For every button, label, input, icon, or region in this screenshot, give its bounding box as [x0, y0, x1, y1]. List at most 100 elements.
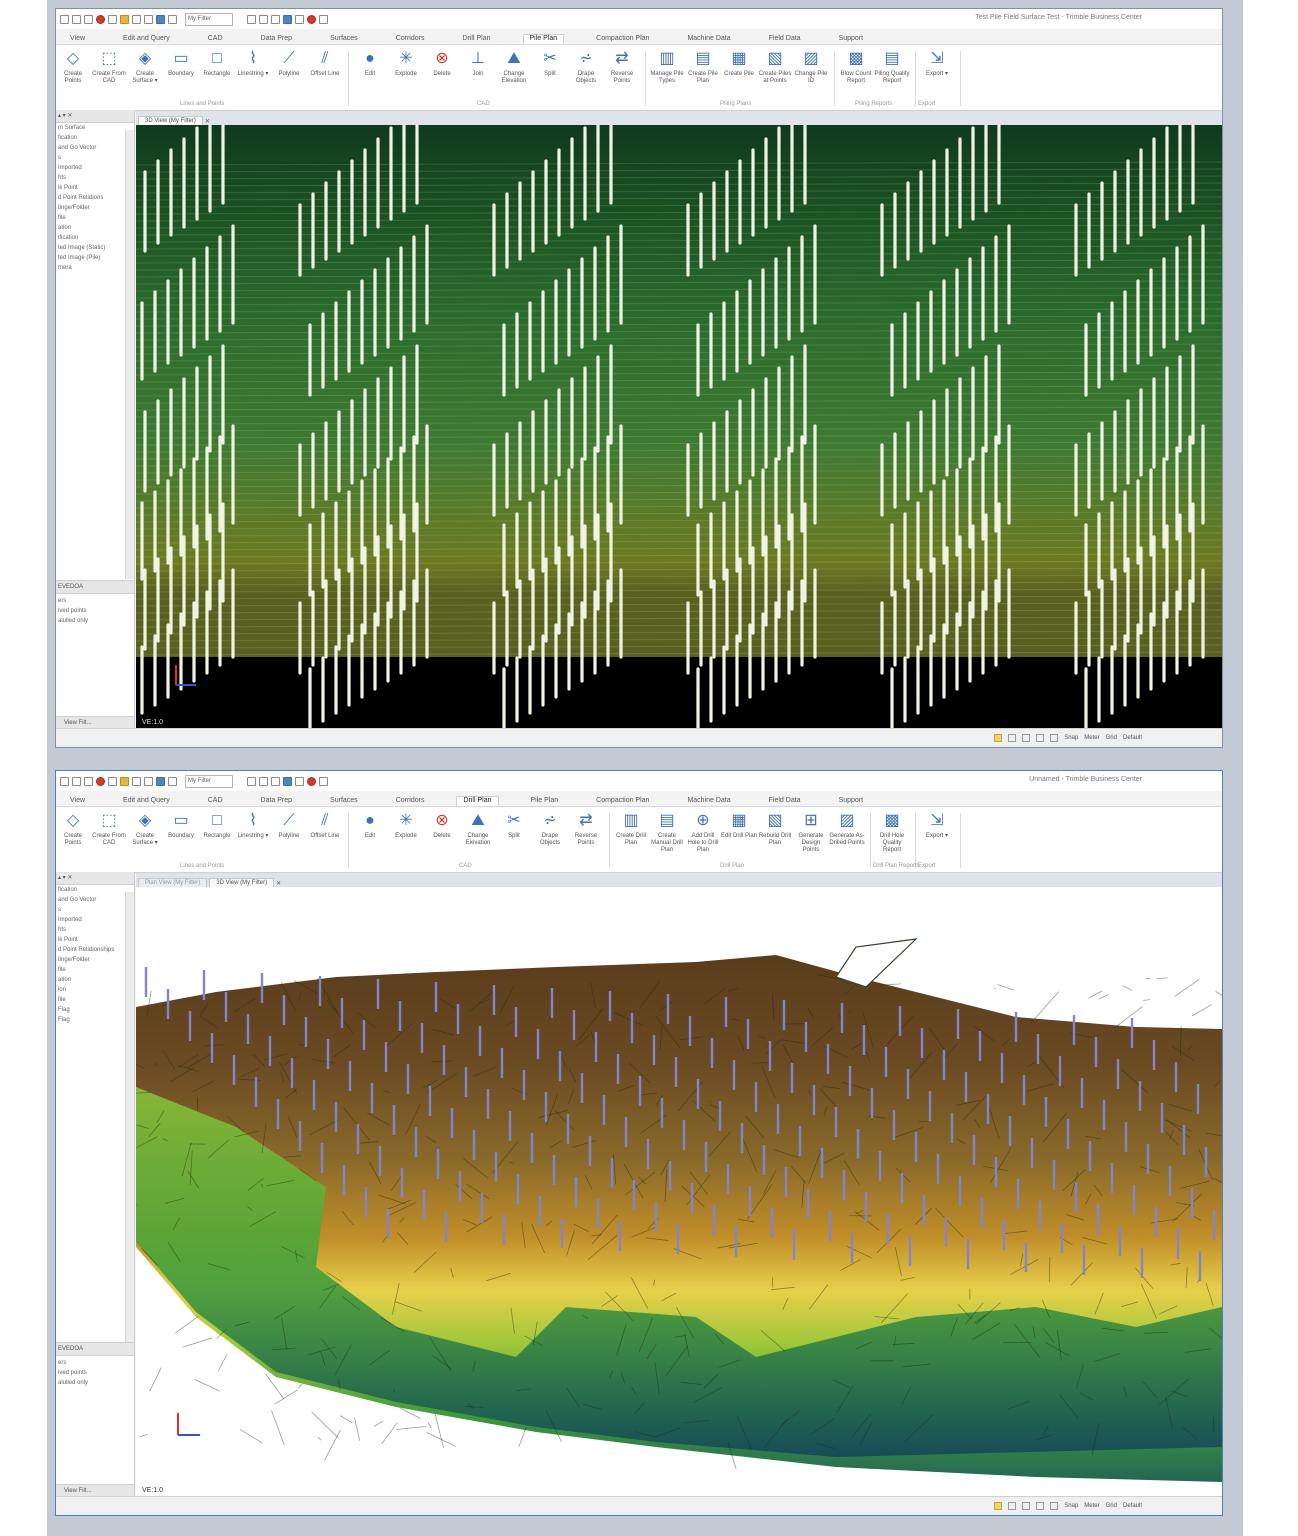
stop-icon[interactable] [96, 14, 105, 24]
zoom-extents-icon[interactable] [1008, 1502, 1017, 1510]
tree-item[interactable]: and Go Vector [56, 143, 134, 153]
settings-icon[interactable] [319, 776, 328, 786]
tab-support[interactable]: Support [833, 35, 870, 44]
status-item[interactable]: Grid [1106, 1503, 1117, 1509]
tab-field-data[interactable]: Field Data [763, 35, 807, 44]
tree-item[interactable]: file [56, 965, 134, 975]
tree-item[interactable]: ation [56, 975, 134, 985]
snap-toggle-icon[interactable] [994, 1502, 1003, 1510]
tab-view[interactable]: View [64, 797, 91, 806]
panel-tab[interactable]: View Filt... [64, 720, 92, 726]
document-tab[interactable]: 3D View (My Filter) [209, 878, 275, 887]
tree-item[interactable]: d Point Relations [56, 193, 134, 203]
secondary-tree-item[interactable]: ived points [56, 1368, 134, 1378]
redo-icon[interactable] [132, 14, 141, 24]
tab-pile-plan[interactable]: Pile Plan [525, 797, 565, 806]
select-icon[interactable] [156, 14, 165, 24]
tab-compaction-plan[interactable]: Compaction Plan [590, 35, 655, 44]
grid-icon[interactable] [295, 14, 304, 24]
tab-support[interactable]: Support [833, 797, 870, 806]
tree-item[interactable]: Imported [56, 163, 134, 173]
tab-edit-and-query[interactable]: Edit and Query [117, 35, 176, 44]
panel-tab[interactable]: View Filt... [64, 1488, 92, 1494]
grid-icon[interactable] [295, 776, 304, 786]
select-icon[interactable] [156, 776, 165, 786]
tree-item[interactable]: tinge/Folder [56, 203, 134, 213]
secondary-tree-item[interactable]: alulled only [56, 1378, 134, 1388]
secondary-tree-item[interactable]: ived points [56, 606, 134, 616]
stop-icon[interactable] [96, 776, 105, 786]
tab-view[interactable]: View [64, 35, 91, 44]
tab-pile-plan[interactable]: Pile Plan [522, 34, 565, 44]
measure-tool-icon[interactable] [1050, 734, 1059, 742]
tree-item[interactable]: ik Point [56, 935, 134, 945]
tree-item[interactable]: Flag [56, 1005, 134, 1015]
tree-item[interactable]: tinge/Folder [56, 955, 134, 965]
secondary-tree-item[interactable]: ers [56, 1358, 134, 1368]
filter-dropdown[interactable]: My Filter [185, 12, 233, 26]
tab-surfaces[interactable]: Surfaces [324, 35, 364, 44]
open-icon[interactable] [72, 776, 81, 786]
document-tab[interactable]: 3D View (My Filter) [138, 116, 203, 125]
tree-item[interactable]: fication [56, 885, 134, 895]
tab-drill-plan[interactable]: Drill Plan [456, 35, 496, 44]
tree-item[interactable]: ion [56, 985, 134, 995]
tab-corridors[interactable]: Corridors [390, 797, 431, 806]
tree-item[interactable]: s [56, 905, 134, 915]
open-icon[interactable] [72, 14, 81, 24]
pan-tool-icon[interactable] [1022, 734, 1031, 742]
record-icon[interactable] [307, 14, 316, 24]
layer-icon[interactable] [168, 776, 177, 786]
document-tab[interactable]: Plan View (My Filter) [138, 878, 208, 887]
tree-item[interactable]: m Surface [56, 123, 134, 133]
tab-cad[interactable]: CAD [202, 35, 229, 44]
new-icon[interactable] [60, 776, 69, 786]
3d-view-pile-field[interactable]: VE:1.0 [136, 125, 1222, 729]
panel-scrollbar[interactable] [125, 130, 134, 579]
secondary-tree-item[interactable]: alulled only [56, 616, 134, 626]
status-item[interactable]: Meter [1084, 1503, 1099, 1509]
zoom-extents-icon[interactable] [1008, 734, 1017, 742]
status-item[interactable]: Default [1123, 735, 1142, 741]
redo-icon[interactable] [132, 776, 141, 786]
status-item[interactable]: Grid [1106, 735, 1117, 741]
tab-compaction-plan[interactable]: Compaction Plan [590, 797, 655, 806]
tree-item[interactable]: d Point Relationships [56, 945, 134, 955]
pan-tool-icon[interactable] [1022, 1502, 1031, 1510]
tab-data-prep[interactable]: Data Prep [255, 797, 299, 806]
rotate-tool-icon[interactable] [1036, 734, 1045, 742]
tree-item[interactable]: file [56, 213, 134, 223]
filter-dropdown[interactable]: My Filter [185, 774, 233, 788]
zoom-icon[interactable] [259, 776, 268, 786]
print-icon[interactable] [144, 14, 153, 24]
tab-surfaces[interactable]: Surfaces [324, 797, 364, 806]
measure-icon[interactable] [247, 776, 256, 786]
3d-view-drill-terrain[interactable]: VE:1.0 [136, 887, 1222, 1497]
tab-cad[interactable]: CAD [202, 797, 229, 806]
tree-item[interactable]: ted Image (Static) [56, 243, 134, 253]
status-item[interactable]: Snap [1064, 1503, 1078, 1509]
measure-icon[interactable] [247, 14, 256, 24]
snap-toggle-icon[interactable] [994, 734, 1003, 742]
tree-item[interactable]: file [56, 995, 134, 1005]
status-item[interactable]: Default [1123, 1503, 1142, 1509]
folder-icon[interactable] [120, 776, 129, 786]
undo-icon[interactable] [108, 776, 117, 786]
folder-icon[interactable] [120, 14, 129, 24]
close-icon[interactable]: ✕ [276, 880, 281, 887]
rotate-tool-icon[interactable] [1036, 1502, 1045, 1510]
tab-machine-data[interactable]: Machine Data [681, 35, 736, 44]
print-icon[interactable] [144, 776, 153, 786]
panel-scrollbar[interactable] [125, 892, 134, 1347]
tab-data-prep[interactable]: Data Prep [255, 35, 299, 44]
tree-item[interactable]: Imported [56, 915, 134, 925]
zoom-icon[interactable] [259, 14, 268, 24]
save-icon[interactable] [84, 776, 93, 786]
tree-item[interactable]: Flag [56, 1015, 134, 1025]
tree-item[interactable]: s [56, 153, 134, 163]
secondary-tree-item[interactable]: ers [56, 596, 134, 606]
close-icon[interactable]: ✕ [205, 118, 210, 125]
tree-item[interactable]: ted Image (Pile) [56, 253, 134, 263]
pan-icon[interactable] [271, 776, 280, 786]
globe-icon[interactable] [283, 776, 292, 786]
